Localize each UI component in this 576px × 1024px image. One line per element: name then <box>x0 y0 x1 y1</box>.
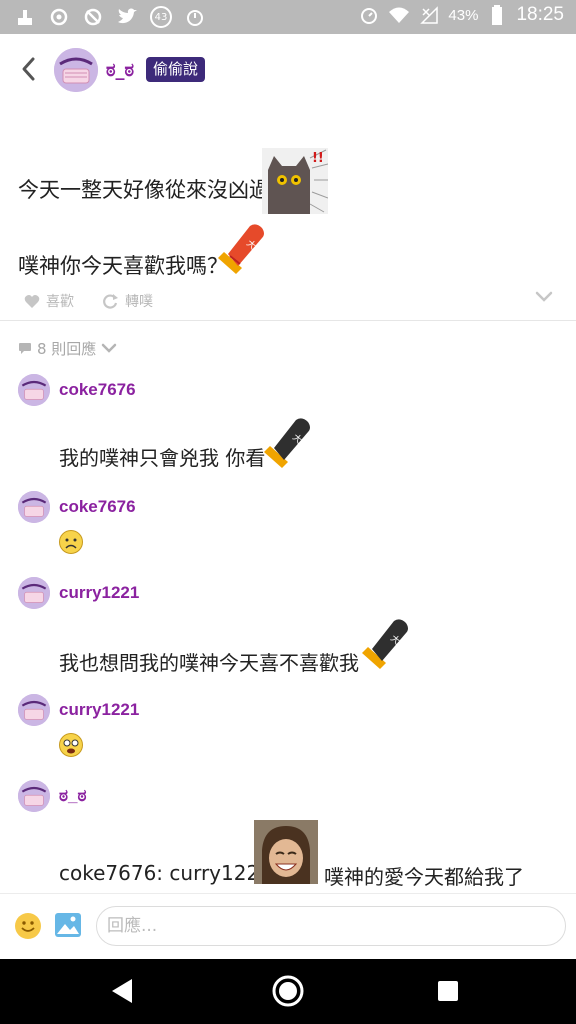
responder-avatar[interactable] <box>18 374 50 406</box>
fortune-stick-black-sticker[interactable]: 大凶 <box>360 617 416 671</box>
response-count-toggle[interactable]: 8 則回應 <box>18 338 117 359</box>
nav-recents-button[interactable] <box>430 973 466 1009</box>
responder-name[interactable]: ಠ_ಠ <box>59 786 86 806</box>
blocked-icon <box>82 6 104 28</box>
response-text: 我也想問我的噗神今天喜不喜歡我 <box>59 651 359 675</box>
cleaner-icon <box>14 6 36 28</box>
replurk-button[interactable]: 轉噗 <box>102 291 153 311</box>
like-button[interactable]: 喜歡 <box>24 291 74 311</box>
alarm-icon <box>358 4 380 26</box>
svg-text:!!: !! <box>312 151 324 166</box>
fortune-stick-red-sticker[interactable]: 大吉 <box>216 222 268 276</box>
responder-name[interactable]: coke7676 <box>59 380 136 400</box>
wifi-icon <box>388 4 410 26</box>
more-options-chevron-icon[interactable] <box>534 290 554 308</box>
responder-avatar[interactable] <box>18 780 50 812</box>
comment-bubble-icon <box>19 343 31 354</box>
author-avatar[interactable] <box>54 48 98 92</box>
laughing-person-image[interactable] <box>254 820 318 884</box>
nav-back-button[interactable] <box>104 973 140 1009</box>
replurk-label: 轉噗 <box>125 294 153 310</box>
responder-avatar[interactable] <box>18 491 50 523</box>
post-divider <box>0 320 576 321</box>
android-navigation-bar <box>0 959 576 1024</box>
responder-avatar[interactable] <box>18 694 50 726</box>
nav-home-button[interactable] <box>270 973 306 1009</box>
responder-avatar[interactable] <box>18 577 50 609</box>
twitter-icon <box>116 6 138 28</box>
back-triangle-icon <box>112 979 132 1003</box>
response-count-label: 8 則回應 <box>37 340 97 358</box>
image-icon <box>55 913 81 937</box>
reply-bar <box>0 893 576 959</box>
post-text-line-2: 噗神你今天喜歡我嗎？ <box>18 254 228 278</box>
cat-sticker-image[interactable]: !! <box>262 148 329 214</box>
sync-icon <box>48 6 70 28</box>
post-qualifier-badge: 偷偷說 <box>146 57 206 82</box>
notification-count-badge: 43 <box>150 6 172 28</box>
worried-face-emoji-icon <box>58 529 84 555</box>
responder-name[interactable]: curry1221 <box>59 583 139 603</box>
chevron-down-icon <box>102 343 117 353</box>
post-text-line-1: 今天一整天好像從來沒凶過 <box>18 178 270 202</box>
plurk-header: ಠ_ಠ 偷偷說 <box>0 34 576 106</box>
fortune-stick-black-sticker[interactable]: 大凶 <box>262 416 318 470</box>
crying-face-emoji-icon <box>58 732 84 758</box>
author-name[interactable]: ಠ_ಠ <box>106 60 134 81</box>
emoji-picker-button[interactable] <box>14 912 42 944</box>
battery-icon <box>486 4 508 26</box>
battery-percent: 43% <box>448 6 479 24</box>
response-text-suffix: 噗神的愛今天都給我了 <box>324 865 524 889</box>
status-bar: 43 43% 18:25 <box>0 0 576 34</box>
home-circle-icon <box>272 975 304 1007</box>
like-label: 喜歡 <box>46 294 74 310</box>
clock: 18:25 <box>516 4 564 25</box>
smiley-icon <box>15 913 41 939</box>
replurk-icon <box>103 294 118 309</box>
reply-input[interactable] <box>96 906 566 946</box>
response-text-prefix: coke7676: curry1221: <box>59 861 279 885</box>
signal-icon <box>418 4 440 26</box>
image-upload-button[interactable] <box>54 912 82 942</box>
responder-name[interactable]: curry1221 <box>59 700 139 720</box>
recents-square-icon <box>438 981 458 1001</box>
response-text: 我的噗神只會兇我 你看 <box>59 446 266 470</box>
post-actions: 喜歡 轉噗 <box>24 288 554 314</box>
timer-icon <box>184 6 206 28</box>
responder-name[interactable]: coke7676 <box>59 497 136 517</box>
back-button[interactable] <box>14 54 44 84</box>
heart-icon <box>24 294 40 308</box>
